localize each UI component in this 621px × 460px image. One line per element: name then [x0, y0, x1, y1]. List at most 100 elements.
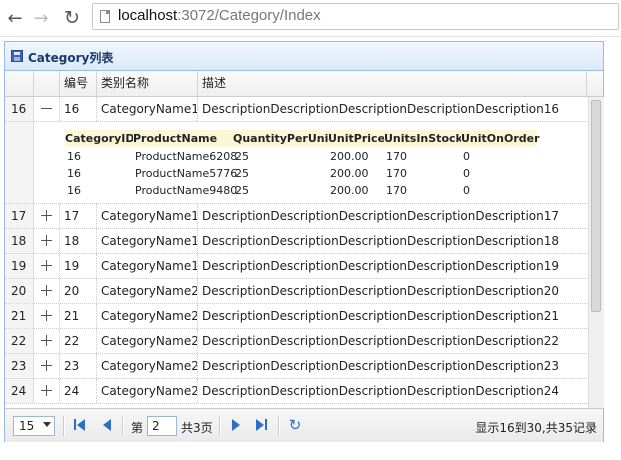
forward-arrow-icon[interactable]: → [29, 6, 53, 30]
last-page-icon[interactable] [254, 418, 268, 432]
url-path: :3072/Category/Index [177, 7, 321, 24]
subgrid-cell: 16 [67, 150, 81, 163]
expand-icon[interactable] [34, 354, 60, 378]
cell-desc: DescriptionDescriptionDescriptionDescrip… [202, 234, 559, 248]
cell-id: 18 [60, 229, 97, 253]
reload-icon[interactable]: ↻ [60, 6, 84, 30]
expand-icon[interactable] [34, 279, 60, 303]
total-pages-label: 共3页 [181, 421, 213, 435]
expand-icon[interactable] [34, 204, 60, 228]
collapse-icon[interactable] [34, 97, 60, 121]
subgrid-cell: 25 [235, 184, 249, 197]
pager-separator [278, 416, 280, 436]
grid-body: 16 16 CategoryName16 DescriptionDescript… [5, 97, 587, 408]
subgrid-header-unitonorder: UnitOnOrder [461, 130, 540, 147]
subgrid-cell: 0 [463, 184, 470, 197]
first-page-icon[interactable] [73, 418, 87, 432]
row-number: 24 [5, 379, 34, 403]
previous-page-icon[interactable] [100, 418, 114, 432]
expand-icon[interactable] [34, 329, 60, 353]
detail-subgrid: CategoryID ProductName QuantityPerUnit U… [5, 122, 587, 204]
table-row[interactable]: 19 19 CategoryName19 DescriptionDescript… [5, 254, 587, 279]
subgrid-cell: 25 [235, 150, 249, 163]
browser-toolbar: ← → ↻ localhost:3072/Category/Index [0, 0, 621, 37]
column-header-id[interactable]: 编号 [60, 71, 97, 96]
cell-desc: DescriptionDescriptionDescriptionDescrip… [202, 284, 559, 298]
subgrid-cell: ProductName5776 [135, 167, 238, 180]
expand-icon[interactable] [34, 304, 60, 328]
subgrid-cell: 0 [463, 167, 470, 180]
table-row[interactable]: 16 16 CategoryName16 DescriptionDescript… [5, 97, 587, 122]
page-icon [100, 10, 110, 23]
cell-desc: DescriptionDescriptionDescriptionDescrip… [202, 309, 559, 323]
cell-id: 17 [60, 204, 97, 228]
panel-title: Category列表 [28, 51, 114, 65]
cell-id: 21 [60, 304, 97, 328]
subgrid-cell: 25 [235, 167, 249, 180]
table-row[interactable]: 18 18 CategoryName18 DescriptionDescript… [5, 229, 587, 254]
row-number: 17 [5, 204, 34, 228]
cell-name: CategoryName23 [97, 354, 198, 378]
refresh-icon[interactable]: ↻ [288, 418, 302, 433]
cell-name: CategoryName19 [97, 254, 198, 278]
subgrid-cell: 200.00 [330, 167, 369, 180]
subgrid-cell: 200.00 [330, 184, 369, 197]
subgrid-header-unitprice: UnitPrice [328, 130, 386, 147]
cell-desc: DescriptionDescriptionDescriptionDescrip… [202, 102, 559, 116]
row-number: 22 [5, 329, 34, 353]
expand-icon[interactable] [34, 379, 60, 403]
subgrid-header-unitsinstock: UnitsInStock [384, 130, 463, 147]
page-size-select[interactable]: 15 [13, 416, 55, 436]
cell-desc: DescriptionDescriptionDescriptionDescrip… [202, 334, 559, 348]
expand-icon[interactable] [34, 229, 60, 253]
pager-separator [122, 416, 124, 436]
paging-info: 显示16到30,共35记录 [475, 421, 597, 435]
subgrid-cell: ProductName6208 [135, 150, 238, 163]
category-panel: Category列表 编号 类别名称 描述 16 16 CategoryName… [4, 41, 604, 442]
address-bar[interactable]: localhost:3072/Category/Index [92, 3, 619, 30]
dropdown-arrow-icon[interactable] [43, 422, 51, 427]
vertical-scrollbar[interactable] [588, 97, 604, 408]
grid-header: 编号 类别名称 描述 [5, 71, 603, 97]
row-number: 19 [5, 254, 34, 278]
cell-name: CategoryName17 [97, 204, 198, 228]
column-header-name[interactable]: 类别名称 [97, 71, 198, 96]
page-size-value: 15 [19, 419, 35, 433]
table-row[interactable]: 21 21 CategoryName21 DescriptionDescript… [5, 304, 587, 329]
cell-name: CategoryName20 [97, 279, 198, 303]
url-text: localhost:3072/Category/Index [118, 7, 321, 24]
table-row[interactable]: 24 24 CategoryName24 DescriptionDescript… [5, 379, 587, 404]
table-row[interactable]: 17 17 CategoryName17 DescriptionDescript… [5, 204, 587, 229]
cell-desc: DescriptionDescriptionDescriptionDescrip… [202, 384, 559, 398]
table-row[interactable]: 20 20 CategoryName20 DescriptionDescript… [5, 279, 587, 304]
cell-name: CategoryName18 [97, 229, 198, 253]
subgrid-cell: 16 [67, 167, 81, 180]
back-arrow-icon[interactable]: ← [3, 6, 27, 30]
table-row[interactable]: 22 22 CategoryName22 DescriptionDescript… [5, 329, 587, 354]
pagination-bar: 15 第 2 共3页 ↻ 显示16到30,共35记录 [5, 408, 603, 442]
cell-name: CategoryName22 [97, 329, 198, 353]
subgrid-header-quantityperunit: QuantityPerUnit [233, 130, 334, 147]
subgrid-cell: 170 [386, 150, 407, 163]
table-row[interactable]: 23 23 CategoryName23 DescriptionDescript… [5, 354, 587, 379]
cell-id: 20 [60, 279, 97, 303]
row-number: 18 [5, 229, 34, 253]
page-number-input[interactable]: 2 [147, 416, 177, 436]
subgrid-cell: 170 [386, 167, 407, 180]
page-label: 第 [131, 421, 144, 435]
column-header-desc[interactable]: 描述 [198, 71, 587, 96]
expand-icon[interactable] [34, 254, 60, 278]
save-disk-icon [11, 50, 23, 62]
cell-desc: DescriptionDescriptionDescriptionDescrip… [202, 359, 559, 373]
row-number: 21 [5, 304, 34, 328]
subgrid-cell: ProductName9480 [135, 184, 238, 197]
cell-name: CategoryName16 [97, 97, 198, 121]
scrollbar-thumb[interactable] [591, 100, 601, 312]
cell-desc: DescriptionDescriptionDescriptionDescrip… [202, 259, 559, 273]
cell-id: 23 [60, 354, 97, 378]
rownum-header [5, 71, 34, 96]
cell-id: 22 [60, 329, 97, 353]
next-page-icon[interactable] [228, 418, 242, 432]
panel-header: Category列表 [5, 42, 603, 71]
row-number: 16 [5, 97, 34, 121]
